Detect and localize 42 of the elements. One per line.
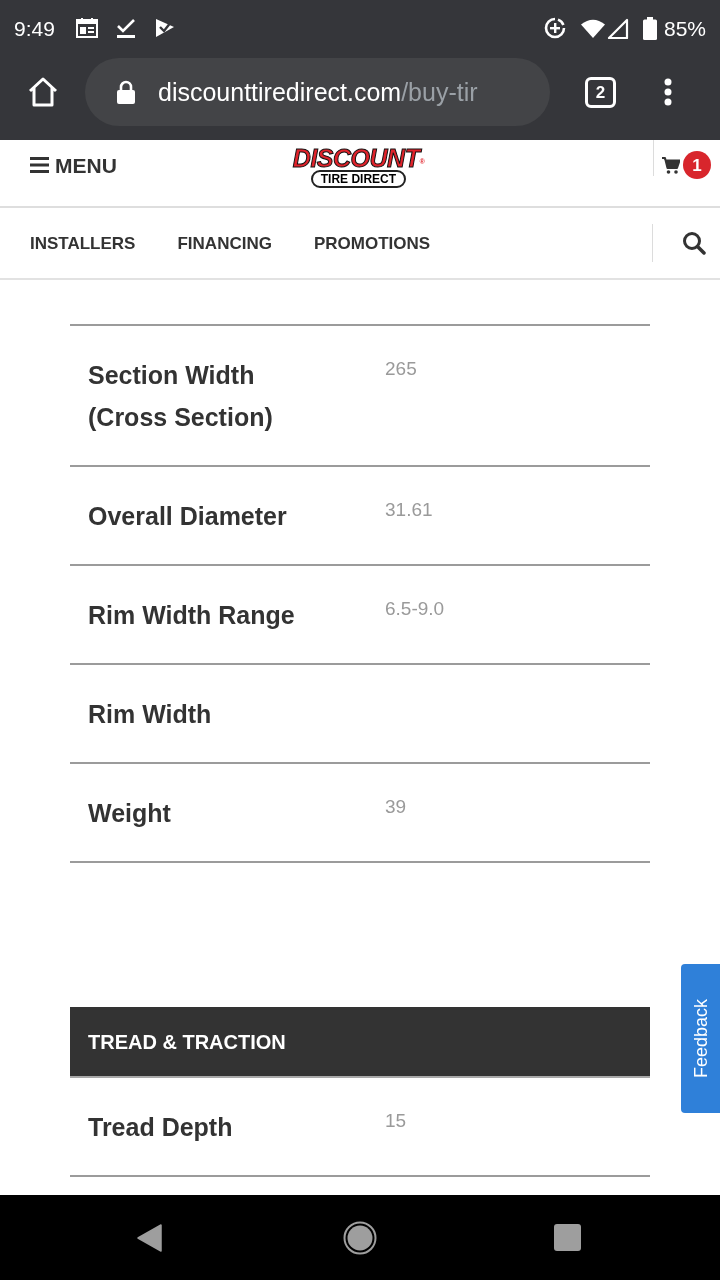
spec-label: Weight (88, 798, 171, 829)
home-button-icon[interactable] (343, 1220, 377, 1255)
spec-value: 15 (385, 1109, 407, 1133)
cart-count: 1 (683, 151, 711, 179)
pennant-check-icon (154, 18, 175, 38)
calendar-icon (75, 18, 98, 38)
spec-value: 6.5-9.0 (385, 597, 445, 621)
menu-icon (30, 157, 49, 173)
menu-button[interactable]: MENU (30, 154, 117, 176)
battery-percent: 85% (663, 17, 706, 39)
lock-icon (117, 80, 135, 104)
spec-value: 265 (385, 357, 417, 381)
feedback-button[interactable]: Feedback (681, 964, 720, 1113)
spec-label: Rim Width (88, 699, 212, 730)
wifi-icon (580, 18, 605, 38)
cart-icon (662, 156, 680, 174)
nav-link[interactable]: INSTALLERS (30, 234, 136, 252)
spec-label: Section Width (Cross Section) (88, 360, 274, 433)
search-icon[interactable] (682, 231, 706, 255)
status-time: 9:49 (14, 17, 55, 39)
spec-value: 39 (385, 795, 407, 819)
spec-label: Rim Width Range (88, 600, 295, 631)
logo-tagline: TIRE DIRECT (310, 170, 407, 188)
url-host: discounttiredirect.com (158, 79, 402, 105)
cart-button[interactable]: 1 (662, 151, 711, 179)
url-path: /buy-tir (401, 79, 478, 105)
tab-count-button[interactable]: 2 (585, 76, 616, 108)
spec-label: Tread Depth (88, 1112, 233, 1143)
spec-value: 31.61 (385, 498, 433, 522)
back-icon[interactable] (137, 1223, 162, 1252)
address-bar[interactable]: discounttiredirect.com/buy-tir (85, 58, 550, 126)
home-icon[interactable] (27, 77, 59, 107)
section-header: TREAD & TRACTION (70, 1007, 650, 1078)
logo-wordmark: DISCOUNT$^{®}$ (292, 146, 425, 171)
battery-icon (642, 16, 657, 40)
plus-circle-icon (543, 17, 566, 39)
nav-link[interactable]: PROMOTIONS (313, 234, 431, 252)
signal-icon (606, 17, 629, 39)
nav-link[interactable]: FINANCING (177, 234, 272, 252)
spec-label: Overall Diameter (88, 501, 287, 532)
check-icon (115, 18, 136, 38)
more-icon[interactable] (664, 78, 672, 106)
